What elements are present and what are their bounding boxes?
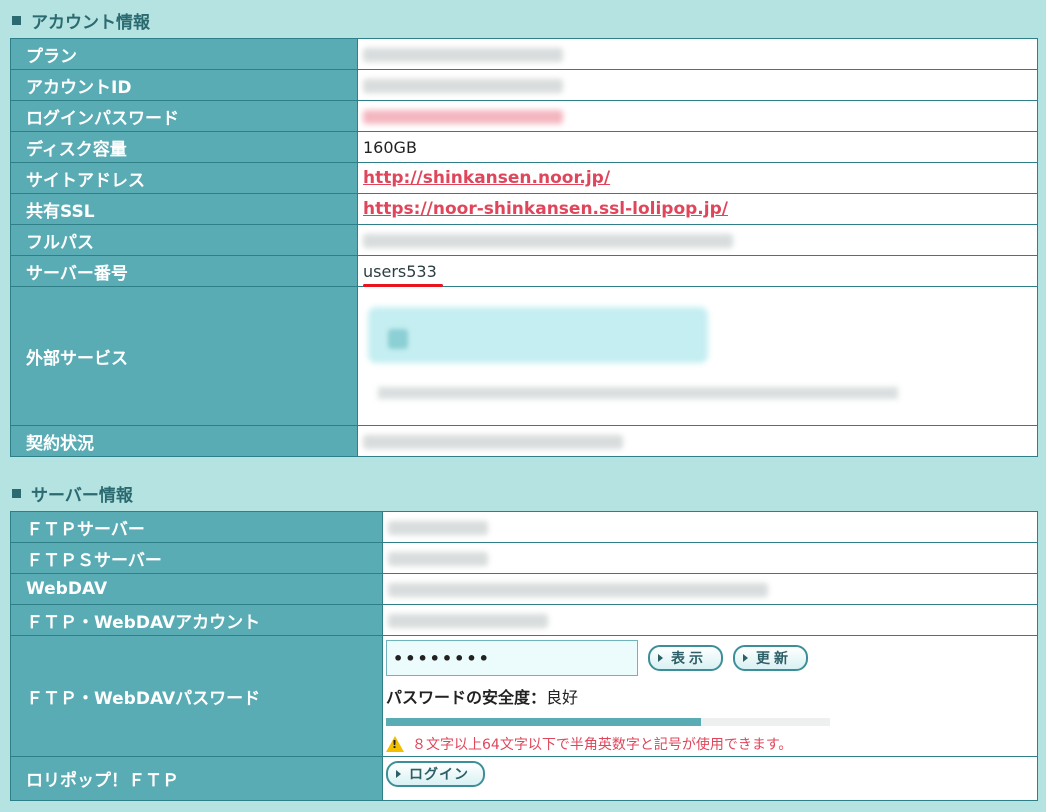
value-lolipop-ftp: ログイン: [382, 756, 1038, 801]
table-row: ディスク容量 160GB: [10, 131, 1038, 163]
table-row: サーバー番号 users533: [10, 255, 1038, 287]
value-contract-status: [357, 425, 1038, 457]
server-section-title-text: サーバー情報: [31, 486, 133, 506]
table-row: ＦＴＰＳサーバー: [10, 542, 1038, 574]
strength-label: パスワードの安全度：: [386, 688, 547, 707]
warning-text: ８文字以上64文字以下で半角英数字と記号が使用できます。: [412, 737, 793, 753]
redacted-contract-status: [363, 435, 623, 449]
password-field[interactable]: [386, 640, 638, 676]
shared-ssl-link[interactable]: https://noor-shinkansen.ssl-lolipop.jp/: [363, 199, 728, 219]
value-account-id: [357, 69, 1038, 101]
redacted-webdav: [388, 583, 768, 597]
redacted-ftp-account: [388, 614, 548, 628]
label-plan: プラン: [10, 38, 358, 70]
table-row: フルパス: [10, 224, 1038, 256]
redacted-login-password: [363, 110, 563, 124]
table-row: ロリポップ！ＦＴＰ ログイン: [10, 756, 1038, 801]
show-button-label: 表示: [671, 651, 707, 667]
value-ftp-webdav-account: [382, 604, 1038, 636]
value-site-address: http://shinkansen.noor.jp/: [357, 162, 1038, 194]
table-row: WebDAV: [10, 573, 1038, 605]
strength-bar: [386, 718, 830, 726]
show-button[interactable]: 表示: [648, 645, 723, 671]
server-info-table: ＦＴＰサーバー ＦＴＰＳサーバー WebDAV ＦＴＰ・WebDAVアカウント …: [10, 511, 1038, 801]
label-account-id: アカウントID: [10, 69, 358, 101]
redacted-ftps-server: [388, 552, 488, 566]
site-address-link[interactable]: http://shinkansen.noor.jp/: [363, 168, 610, 188]
label-contract-status: 契約状況: [10, 425, 358, 457]
table-row: 外部サービス: [10, 286, 1038, 426]
label-ftps-server: ＦＴＰＳサーバー: [10, 542, 383, 574]
value-ftps-server: [382, 542, 1038, 574]
value-ftp-server: [382, 511, 1038, 543]
table-row: ログインパスワード: [10, 100, 1038, 132]
table-row: 共有SSL https://noor-shinkansen.ssl-lolipo…: [10, 193, 1038, 225]
account-section-title-text: アカウント情報: [31, 13, 150, 33]
redacted-service-text: [378, 387, 898, 399]
password-rule-warning: ８文字以上64文字以下で半角英数字と記号が使用できます。: [386, 734, 1037, 754]
table-row: サイトアドレス http://shinkansen.noor.jp/: [10, 162, 1038, 194]
label-shared-ssl: 共有SSL: [10, 193, 358, 225]
label-ftp-server: ＦＴＰサーバー: [10, 511, 383, 543]
arrow-right-icon: [396, 770, 401, 778]
label-server-number: サーバー番号: [10, 255, 358, 287]
table-row: 契約状況: [10, 425, 1038, 457]
label-disk: ディスク容量: [10, 131, 358, 163]
strength-bar-fill: [386, 718, 702, 726]
value-plan: [357, 38, 1038, 70]
update-button-label: 更新: [756, 651, 792, 667]
square-bullet-icon: [12, 16, 21, 25]
arrow-right-icon: [658, 654, 663, 662]
value-shared-ssl: https://noor-shinkansen.ssl-lolipop.jp/: [357, 193, 1038, 225]
account-section-title: アカウント情報: [12, 8, 150, 33]
value-webdav: [382, 573, 1038, 605]
label-external-service: 外部サービス: [10, 286, 358, 426]
label-lolipop-ftp: ロリポップ！ＦＴＰ: [10, 756, 383, 801]
server-section-title: サーバー情報: [12, 481, 133, 506]
strength-value: 良好: [546, 688, 579, 707]
login-button-label: ログイン: [409, 767, 469, 783]
label-site-address: サイトアドレス: [10, 162, 358, 194]
redacted-service-button: [368, 307, 708, 363]
external-service-redacted: [358, 287, 1037, 425]
password-strength: パスワードの安全度：良好: [386, 684, 1037, 708]
redacted-plan: [363, 48, 563, 62]
table-row: アカウントID: [10, 69, 1038, 101]
label-ftp-webdav-password: ＦＴＰ・WebDAVパスワード: [10, 635, 383, 757]
label-ftp-webdav-account: ＦＴＰ・WebDAVアカウント: [10, 604, 383, 636]
update-button[interactable]: 更新: [733, 645, 808, 671]
warning-triangle-icon: [386, 736, 404, 752]
value-external-service: [357, 286, 1038, 426]
label-login-password: ログインパスワード: [10, 100, 358, 132]
table-row: ＦＴＰ・WebDAVパスワード 表示 更新 パスワードの安全度：良好: [10, 635, 1038, 757]
value-ftp-webdav-password: 表示 更新 パスワードの安全度：良好 ８文字以上64文字以下で半角英数字と記号が…: [382, 635, 1038, 757]
square-bullet-icon: [12, 489, 21, 498]
redacted-service-icon: [388, 329, 408, 349]
redacted-full-path: [363, 234, 733, 248]
label-webdav: WebDAV: [10, 573, 383, 605]
label-full-path: フルパス: [10, 224, 358, 256]
server-number-text: users533: [363, 261, 443, 287]
value-disk: 160GB: [357, 131, 1038, 163]
arrow-right-icon: [743, 654, 748, 662]
value-full-path: [357, 224, 1038, 256]
account-info-table: プラン アカウントID ログインパスワード ディスク容量 160GB サイトアド…: [10, 38, 1038, 457]
redacted-account-id: [363, 79, 563, 93]
value-login-password: [357, 100, 1038, 132]
redacted-ftp-server: [388, 521, 488, 535]
table-row: プラン: [10, 38, 1038, 70]
value-server-number: users533: [357, 255, 1038, 287]
login-button[interactable]: ログイン: [386, 761, 485, 787]
table-row: ＦＴＰ・WebDAVアカウント: [10, 604, 1038, 636]
table-row: ＦＴＰサーバー: [10, 511, 1038, 543]
